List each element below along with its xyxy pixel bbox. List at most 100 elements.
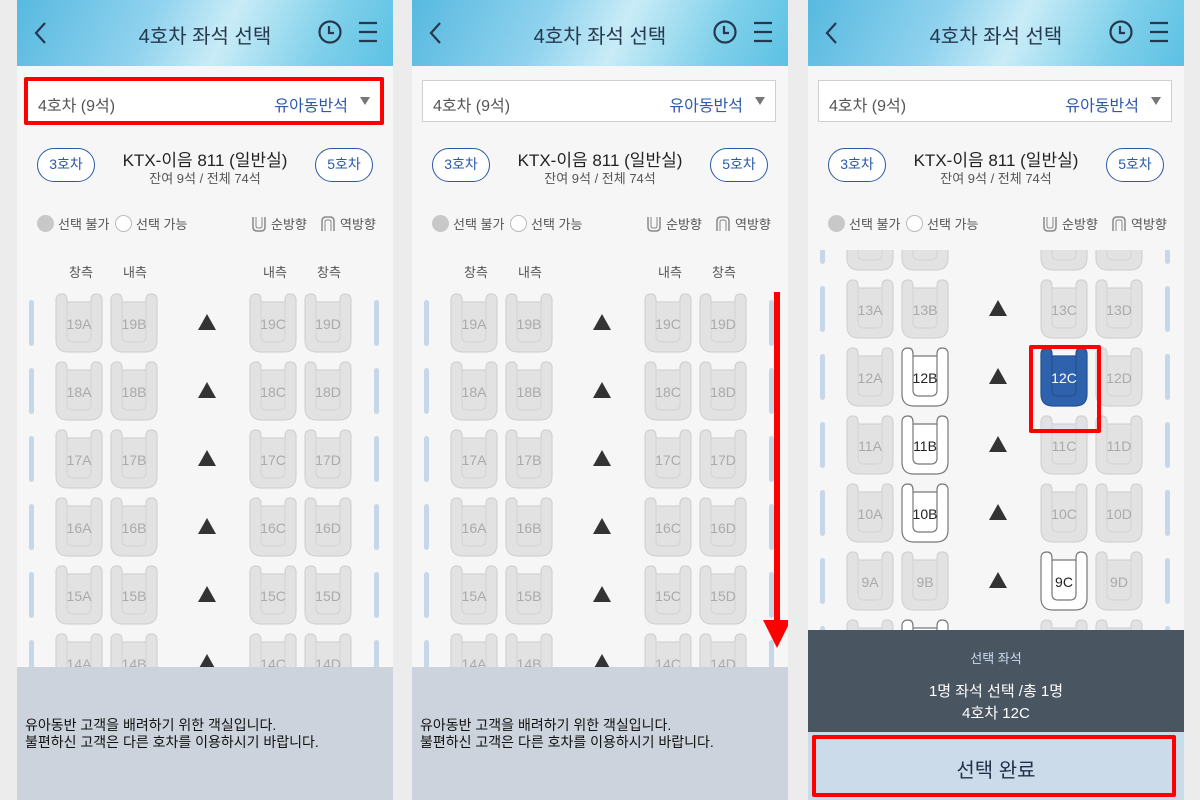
seat-19A: 19A bbox=[448, 292, 500, 354]
next-car-button[interactable]: 5호차 bbox=[1106, 148, 1164, 182]
seat-18C: 18C bbox=[642, 360, 694, 422]
seat-label: 10B bbox=[912, 506, 938, 522]
seat-label: 10A bbox=[857, 506, 883, 522]
notice-line-1: 유아동반 고객을 배려하기 위한 객실입니다. bbox=[25, 717, 277, 733]
seat-13D: 13D bbox=[1093, 278, 1145, 340]
window-indicator bbox=[1165, 490, 1170, 536]
window-indicator bbox=[424, 368, 429, 414]
window-indicator bbox=[820, 286, 825, 332]
caret-down-icon bbox=[755, 97, 765, 105]
car-select-dropdown[interactable]: 4호차 (9석) 유아동반석 bbox=[818, 80, 1172, 122]
car-select-value: 4호차 (9석) bbox=[433, 98, 511, 115]
seat-17B: 17B bbox=[503, 428, 555, 490]
window-indicator bbox=[820, 354, 825, 400]
seat-row: 18A 18B 18C 18D bbox=[17, 360, 393, 424]
direction-triangle-icon bbox=[198, 450, 216, 466]
seat-legend: 선택 불가 선택 가능 순방향 역방향 bbox=[432, 214, 776, 236]
seat-label: 15D bbox=[710, 588, 736, 604]
seat-19A: 19A bbox=[53, 292, 105, 354]
seat-label: 10D bbox=[1106, 506, 1132, 522]
seat-label: 9B bbox=[916, 574, 934, 590]
selection-summary: 선택 좌석 1명 좌석 선택 /총 1명 4호차 12C bbox=[808, 630, 1184, 732]
hamburger-menu-icon[interactable] bbox=[752, 20, 774, 44]
seat-17A: 17A bbox=[53, 428, 105, 490]
window-indicator bbox=[29, 504, 34, 550]
seat-label: 11B bbox=[913, 438, 937, 454]
legend-forward-label: 순방향 bbox=[271, 217, 307, 232]
summary-heading: 선택 좌석 bbox=[970, 651, 1022, 666]
clock-icon[interactable] bbox=[1108, 19, 1134, 45]
seat-11B[interactable]: 11B bbox=[899, 414, 951, 476]
seat-label: 13C bbox=[1051, 302, 1077, 318]
summary-count: 1명 좌석 선택 /총 1명 bbox=[928, 683, 1064, 700]
direction-triangle-icon bbox=[198, 314, 216, 330]
summary-seat: 4호차 12C bbox=[962, 705, 1030, 722]
available-dot-icon bbox=[115, 215, 132, 232]
legend-available-label: 선택 가능 bbox=[531, 217, 583, 232]
window-indicator bbox=[424, 572, 429, 618]
seat-label: 16A bbox=[461, 520, 487, 536]
seat-label: 16C bbox=[655, 520, 681, 536]
seat-18C: 18C bbox=[247, 360, 299, 422]
hamburger-menu-icon[interactable] bbox=[357, 20, 379, 44]
seat-19B: 19B bbox=[108, 292, 160, 354]
seat-label: 16C bbox=[260, 520, 286, 536]
seat-12B[interactable]: 12B bbox=[899, 346, 951, 408]
seat-18D: 18D bbox=[302, 360, 354, 422]
seat-9C[interactable]: 9C bbox=[1038, 550, 1090, 612]
seat-row: 15A 15B 15C 15D bbox=[17, 564, 393, 628]
next-car-button[interactable]: 5호차 bbox=[315, 148, 373, 182]
seat-12C[interactable]: 12C bbox=[1038, 346, 1090, 408]
seat-14A: 14A bbox=[53, 632, 105, 670]
window-indicator bbox=[424, 504, 429, 550]
seat-row: 18A 18B 18C 18D bbox=[412, 360, 788, 424]
legend-available-label: 선택 가능 bbox=[136, 217, 188, 232]
seat-row: 8A8B 8C8D bbox=[808, 618, 1184, 630]
notice-panel: 유아동반 고객을 배려하기 위한 객실입니다. 불편하신 고객은 다른 호차를 이… bbox=[412, 667, 788, 800]
car-select-dropdown[interactable]: 4호차 (9석) 유아동반석 bbox=[422, 80, 776, 122]
window-indicator bbox=[374, 504, 379, 550]
hamburger-menu-icon[interactable] bbox=[1148, 20, 1170, 44]
available-dot-icon bbox=[510, 215, 527, 232]
clock-icon[interactable] bbox=[712, 19, 738, 45]
next-car-button[interactable]: 5호차 bbox=[710, 148, 768, 182]
seat-label: 17D bbox=[710, 452, 736, 468]
legend-forward-label: 순방향 bbox=[666, 217, 702, 232]
seat-9A: 9A bbox=[844, 550, 896, 612]
seat-row: 14A14B 14C14D bbox=[808, 250, 1184, 274]
seat-8D: 8D bbox=[1093, 618, 1145, 630]
seat-legend: 선택 불가 선택 가능 순방향 역방향 bbox=[828, 214, 1172, 236]
unavailable-dot-icon bbox=[828, 215, 845, 232]
app-header: 4호차 좌석 선택 bbox=[17, 0, 393, 66]
available-dot-icon bbox=[906, 215, 923, 232]
window-indicator bbox=[769, 572, 774, 618]
seat-label: 11C bbox=[1051, 438, 1077, 454]
unavailable-dot-icon bbox=[432, 215, 449, 232]
seat-19C: 19C bbox=[642, 292, 694, 354]
seat-10B[interactable]: 10B bbox=[899, 482, 951, 544]
seat-label: 9D bbox=[1110, 574, 1128, 590]
window-indicator bbox=[769, 640, 774, 670]
direction-triangle-icon bbox=[198, 518, 216, 534]
window-indicator bbox=[820, 490, 825, 536]
legend-available-label: 선택 가능 bbox=[927, 217, 979, 232]
seat-17D: 17D bbox=[697, 428, 749, 490]
window-indicator bbox=[29, 436, 34, 482]
seat-type-label: 유아동반석 bbox=[274, 98, 348, 115]
seat-17B: 17B bbox=[108, 428, 160, 490]
reverse-seat-icon bbox=[1112, 215, 1126, 231]
notice-line-1: 유아동반 고객을 배려하기 위한 객실입니다. bbox=[420, 717, 672, 733]
seat-15C: 15C bbox=[642, 564, 694, 626]
seat-row: 12A 12B 12C 12D bbox=[808, 346, 1184, 410]
seat-18B: 18B bbox=[503, 360, 555, 422]
seat-label: 17D bbox=[315, 452, 341, 468]
seat-8B[interactable]: 8B bbox=[899, 618, 951, 630]
clock-icon[interactable] bbox=[317, 19, 343, 45]
window-indicator bbox=[769, 436, 774, 482]
seat-10D: 10D bbox=[1093, 482, 1145, 544]
col-window-right: 창측 bbox=[317, 265, 341, 280]
legend-forward: 순방향 bbox=[646, 214, 702, 233]
confirm-selection-button[interactable]: 선택 완료 bbox=[808, 732, 1184, 800]
car-select-dropdown[interactable]: 4호차 (9석) 유아동반석 bbox=[27, 80, 381, 122]
seat-13A: 13A bbox=[844, 278, 896, 340]
